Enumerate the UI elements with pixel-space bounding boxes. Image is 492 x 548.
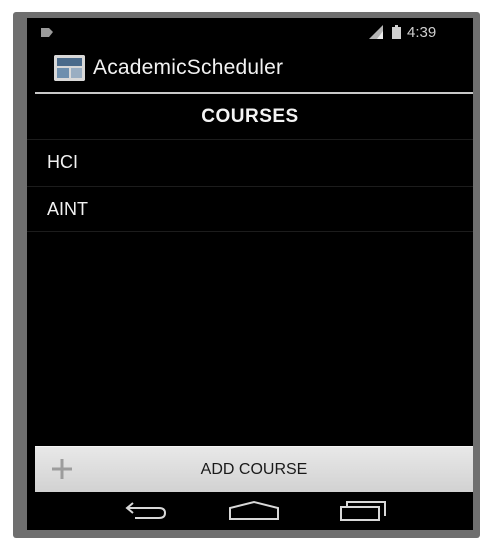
app-title: AcademicScheduler: [93, 56, 284, 79]
recents-icon[interactable]: [339, 500, 387, 522]
action-bar: AcademicScheduler: [27, 50, 473, 92]
courses-header: COURSES: [201, 106, 299, 127]
course-item-hci[interactable]: HCI: [27, 139, 473, 185]
back-icon[interactable]: [125, 500, 169, 520]
notification-icon: [41, 28, 53, 37]
phone-screen: 4:39 AcademicScheduler COURSES HCI AINT …: [27, 18, 473, 530]
app-logo-icon[interactable]: [54, 55, 85, 81]
navigation-bar: [27, 492, 473, 530]
course-label: AINT: [47, 199, 89, 219]
signal-icon: [369, 25, 383, 39]
add-course-button[interactable]: ADD COURSE: [35, 446, 473, 492]
action-bar-divider: [35, 92, 473, 94]
status-bar: 4:39: [27, 18, 473, 50]
home-icon[interactable]: [226, 500, 282, 520]
course-item-aint[interactable]: AINT: [27, 186, 473, 232]
status-time: 4:39: [407, 24, 437, 41]
add-course-label: ADD COURSE: [200, 461, 308, 478]
battery-icon: [392, 25, 401, 39]
course-label: HCI: [47, 152, 78, 172]
